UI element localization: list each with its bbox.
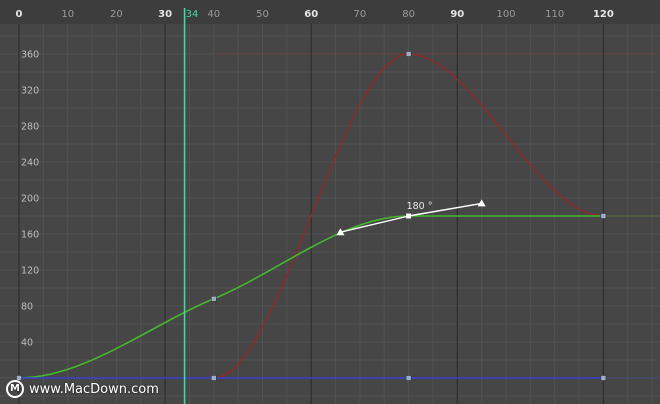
frame-tick-label: 60 bbox=[304, 9, 318, 20]
playhead-frame-label: 34 bbox=[186, 9, 199, 20]
value-tick-labels: 40 80 120 160 200 240 280 320 360 bbox=[21, 50, 39, 349]
curve-graph[interactable]: 0 10 20 30 40 50 60 70 80 90 100 110 120 40 80 120 160 2… bbox=[0, 0, 660, 404]
keyframe[interactable] bbox=[405, 375, 412, 381]
tangent-handles: 180 ° bbox=[336, 199, 486, 236]
frame-tick-label: 110 bbox=[545, 9, 564, 20]
value-tick-label: 240 bbox=[21, 158, 39, 169]
playhead[interactable]: 34 bbox=[183, 8, 199, 404]
frame-tick-label: 90 bbox=[450, 9, 464, 20]
frame-tick-label: 40 bbox=[207, 9, 220, 20]
handle-angle-readout: 180 ° bbox=[407, 201, 433, 212]
graph-editor: 0 10 20 30 40 50 60 70 80 90 100 110 120 40 80 120 160 2… bbox=[0, 0, 660, 404]
frame-tick-label: 30 bbox=[158, 9, 172, 20]
value-tick-label: 80 bbox=[21, 302, 33, 313]
selected-keyframe[interactable] bbox=[406, 213, 412, 219]
keyframe[interactable] bbox=[600, 375, 607, 381]
frame-tick-label: 120 bbox=[593, 9, 614, 20]
frame-tick-label: 100 bbox=[496, 9, 515, 20]
frame-tick-label: 50 bbox=[256, 9, 269, 20]
keyframe[interactable] bbox=[600, 213, 607, 219]
frame-tick-label: 20 bbox=[110, 9, 123, 20]
value-tick-label: 280 bbox=[21, 122, 39, 133]
keyframe[interactable] bbox=[211, 375, 217, 381]
value-tick-label: 120 bbox=[21, 266, 39, 277]
tangent-handle[interactable] bbox=[477, 199, 486, 207]
keyframe[interactable] bbox=[405, 51, 412, 57]
frame-tick-label: 70 bbox=[354, 9, 367, 20]
value-tick-label: 320 bbox=[21, 86, 39, 97]
frame-tick-labels: 0 10 20 30 40 50 60 70 80 90 100 110 120 bbox=[16, 9, 614, 20]
value-tick-label: 360 bbox=[21, 50, 39, 61]
keyframe[interactable] bbox=[211, 296, 217, 302]
frame-tick-label: 0 bbox=[16, 9, 23, 20]
frame-tick-label: 10 bbox=[61, 9, 74, 20]
value-tick-label: 40 bbox=[21, 338, 33, 349]
frame-tick-label: 80 bbox=[402, 9, 415, 20]
tangent-line bbox=[340, 215, 409, 233]
value-tick-label: 160 bbox=[21, 230, 39, 241]
watermark-text: www.MacDown.com bbox=[29, 381, 159, 397]
watermark: M www.MacDown.com bbox=[6, 378, 159, 400]
value-tick-label: 200 bbox=[21, 194, 39, 205]
macdown-logo-icon: M bbox=[6, 380, 24, 398]
minor-grid bbox=[0, 24, 660, 404]
